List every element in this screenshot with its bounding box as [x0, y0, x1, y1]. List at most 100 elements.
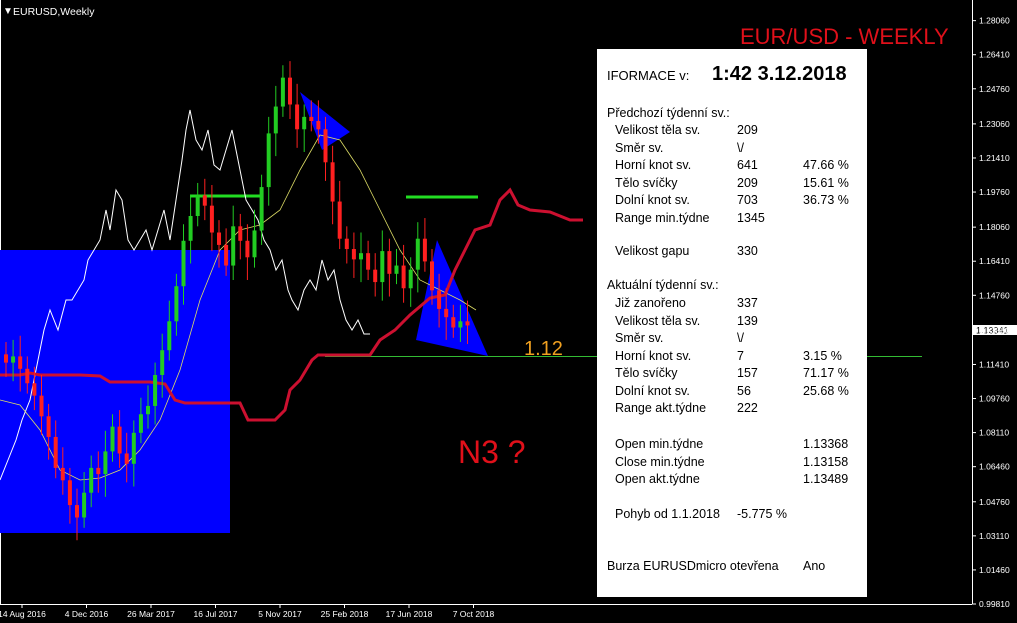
prev-row-label: Velikost těla sv.	[615, 123, 701, 137]
price-tick-label: 1.04760	[979, 497, 1010, 507]
candle-body	[387, 251, 392, 274]
candle-body	[131, 432, 136, 464]
candle-body	[309, 116, 314, 122]
candle-body	[430, 261, 434, 291]
time-tick-label: 4 Dec 2016	[65, 609, 109, 619]
curr-row-label: Tělo svíčky	[615, 366, 678, 380]
curr-row-value: 222	[737, 401, 758, 415]
prev-row-label: Tělo svíčky	[615, 175, 678, 190]
price-tick-label: 1.09760	[979, 394, 1010, 404]
oc-row-value: 1.13368	[803, 437, 849, 451]
price-tick-label: 1.21410	[979, 153, 1010, 163]
candle-body	[146, 405, 150, 415]
curr-section-title: Aktuální týdenní sv.:	[607, 278, 719, 292]
time-tick-label: 16 Jul 2017	[194, 609, 238, 619]
candle-body	[451, 317, 456, 328]
oc-row-value: 1.13489	[803, 472, 849, 486]
curr-row-label: Směr sv.	[615, 331, 664, 345]
curr-row-pct: 3.15 %	[803, 348, 842, 363]
prev-row-label: Range min.týdne	[615, 210, 710, 225]
candle-body	[160, 350, 165, 375]
candle-body	[422, 238, 427, 262]
candle-body	[344, 238, 349, 250]
time-tick-label: 14 Aug 2016	[0, 609, 46, 619]
candle-body	[231, 226, 236, 266]
candle-body	[302, 116, 307, 130]
price-tick-label: 1.16410	[979, 256, 1010, 266]
candle-body	[46, 416, 51, 437]
prev-row-value: 1345	[737, 210, 765, 225]
candle-body	[25, 368, 30, 384]
info-header-value: 1:42 3.12.2018	[712, 63, 847, 85]
candle-body	[209, 205, 214, 233]
price-tick-label: 1.13060	[979, 325, 1010, 335]
price-tick-label: 1.06460	[979, 462, 1010, 472]
candle-body	[96, 467, 101, 475]
prev-row-pct: 15.61 %	[803, 175, 849, 190]
candle-body	[224, 244, 229, 266]
candle-body	[259, 187, 264, 231]
candle-body	[4, 354, 8, 363]
candle-body	[217, 232, 221, 245]
pohyb-value: -5.775 %	[737, 507, 788, 521]
curr-row-pct: 71.17 %	[803, 366, 849, 380]
curr-row-value: 139	[737, 313, 758, 328]
candle-body	[444, 308, 449, 318]
price-tick-label: 1.11410	[979, 359, 1009, 369]
oc-row-label: Open akt.týdne	[615, 472, 700, 486]
price-tick-label: 1.28060	[979, 16, 1010, 26]
candle-body	[117, 426, 122, 454]
prev-row-label: Směr sv.	[615, 140, 664, 155]
oc-row-value: 1.13158	[803, 454, 849, 469]
candle-body	[458, 321, 463, 328]
time-tick-label: 17 Jun 2018	[386, 609, 433, 619]
curr-row-value: 337	[737, 296, 758, 310]
prev-row-pct: 47.66 %	[803, 158, 849, 172]
candle-body	[323, 129, 328, 163]
window-menu-icon[interactable]: ▼	[3, 6, 13, 17]
curr-row-value: \/	[737, 331, 744, 345]
candle-body	[32, 383, 37, 396]
prev-row-value: 641	[737, 158, 758, 172]
price-tick-label: 1.01460	[979, 565, 1010, 575]
curr-row-label: Již zanořeno	[615, 296, 686, 310]
candle-body	[408, 269, 413, 289]
candle-body	[252, 230, 257, 258]
curr-row-label: Dolní knot sv.	[615, 383, 690, 398]
candle-body	[465, 321, 470, 326]
gap-value: 330	[737, 244, 758, 258]
candle-body	[401, 265, 406, 289]
candle-body	[245, 240, 250, 258]
candle-body	[316, 121, 321, 130]
candle-body	[89, 467, 94, 493]
candle-body	[202, 195, 207, 206]
candle-body	[181, 240, 186, 287]
curr-row-label: Horní knot sv.	[615, 348, 692, 363]
time-ticks: 14 Aug 2016 4 Dec 2016 26 Mar 2017 16 Jul 2…	[0, 604, 495, 619]
price-tick-label: 1.19760	[979, 187, 1010, 197]
prev-row-label: Horní knot sv.	[615, 158, 692, 172]
oc-row-label: Open min.týdne	[615, 437, 704, 451]
candle-body	[359, 253, 363, 260]
curr-row-value: 7	[737, 348, 744, 363]
pattern-label: N3 ?	[458, 434, 526, 470]
candle-body	[174, 286, 179, 322]
time-tick-label: 5 Nov 2017	[258, 609, 302, 619]
candle-body	[18, 356, 23, 369]
candle-body	[330, 162, 335, 202]
price-tick-label: 1.03110	[979, 531, 1009, 541]
candle-body	[380, 251, 385, 283]
candle-body	[167, 321, 172, 351]
candle-body	[82, 492, 87, 518]
prev-section-title: Předchozí týdenní sv.:	[607, 106, 730, 120]
candle-body	[188, 215, 193, 241]
price-tick-label: 1.26410	[979, 50, 1010, 60]
candle-body	[437, 290, 442, 309]
price-tick-label: 1.08110	[979, 428, 1009, 438]
candle-body	[103, 451, 108, 475]
curr-row-label: Range akt.týdne	[615, 401, 707, 415]
candle-body	[124, 453, 129, 464]
candle-body	[11, 356, 16, 363]
burza-label: Burza EURUSDmicro otevřena	[607, 559, 779, 573]
time-tick-label: 26 Mar 2017	[127, 609, 175, 619]
